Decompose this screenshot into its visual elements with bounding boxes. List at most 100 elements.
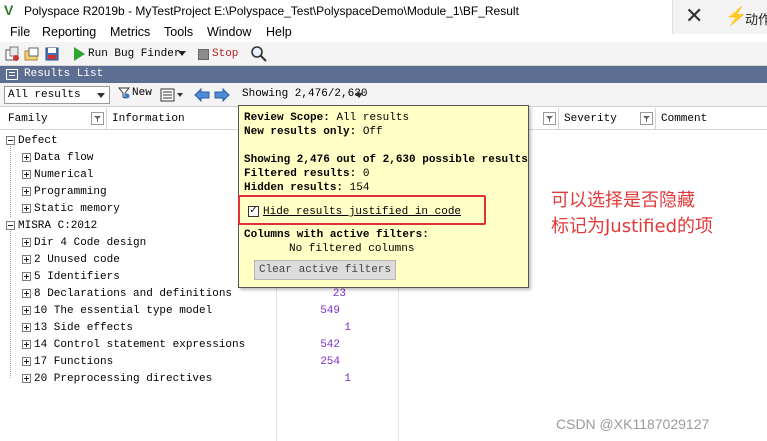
filtered-line: Filtered results: 0 bbox=[244, 168, 369, 180]
new-only-line: New results only: Off bbox=[244, 126, 383, 138]
expand-icon[interactable] bbox=[22, 255, 31, 264]
run-bug-finder-button[interactable]: Run Bug Finder bbox=[74, 46, 180, 62]
result-count: 549 bbox=[320, 305, 340, 317]
tree-row-label: 20 Preprocessing directives bbox=[34, 373, 213, 385]
result-count: 23 bbox=[332, 288, 346, 300]
list-icon bbox=[6, 69, 18, 80]
tree-row-label: 13 Side effects bbox=[34, 322, 134, 334]
open-project-icon[interactable] bbox=[24, 46, 40, 62]
menu-bar: File Reporting Metrics Tools Window Help bbox=[0, 22, 672, 42]
search-icon[interactable] bbox=[250, 45, 268, 63]
showing-summary: Showing 2,476 out of 2,630 possible resu… bbox=[244, 154, 528, 166]
filter-bar: All results New Showing 2,476/2,630 bbox=[0, 83, 767, 107]
menu-window[interactable]: Window bbox=[207, 25, 251, 39]
column-filter-icon[interactable] bbox=[543, 112, 556, 125]
stop-label: Stop bbox=[212, 48, 239, 60]
tree-row-label: Data flow bbox=[34, 152, 94, 164]
results-list-title: Results List bbox=[24, 68, 104, 80]
annotation-highlight-box bbox=[238, 195, 486, 225]
column-information[interactable]: Information bbox=[112, 113, 185, 125]
column-severity[interactable]: Severity bbox=[564, 113, 617, 125]
title-bar: V Polyspace R2019b - MyTestProject E:\Po… bbox=[0, 0, 767, 22]
tree-row-label: 14 Control statement expressions bbox=[34, 339, 246, 351]
showing-results-label[interactable]: Showing 2,476/2,630 bbox=[242, 88, 367, 100]
tree-row-label: Numerical bbox=[34, 169, 94, 181]
stop-button[interactable]: Stop bbox=[198, 46, 238, 62]
expand-icon[interactable] bbox=[22, 340, 31, 349]
tree-row-label: MISRA C:2012 bbox=[18, 220, 98, 232]
close-icon[interactable]: ✕ bbox=[685, 4, 703, 28]
result-count: 254 bbox=[320, 356, 340, 368]
tree-row[interactable]: 20 Preprocessing directives 1 bbox=[0, 371, 767, 388]
tree-row-label: 5 Identifiers bbox=[34, 271, 120, 283]
expand-icon[interactable] bbox=[22, 306, 31, 315]
tree-row[interactable]: 8 Declarations and definitions 23 bbox=[0, 286, 767, 303]
column-separator bbox=[655, 108, 656, 130]
filtered-value: 0 bbox=[362, 168, 370, 180]
tree-row-label: 2 Unused code bbox=[34, 254, 120, 266]
new-only-value: Off bbox=[362, 126, 383, 138]
menu-reporting[interactable]: Reporting bbox=[42, 25, 96, 39]
clear-active-filters-button[interactable]: Clear active filters bbox=[254, 260, 396, 280]
column-comment[interactable]: Comment bbox=[661, 113, 707, 125]
menu-tools[interactable]: Tools bbox=[164, 25, 193, 39]
column-filter-icon[interactable] bbox=[91, 112, 104, 125]
column-family[interactable]: Family bbox=[8, 113, 48, 125]
collapse-icon[interactable] bbox=[6, 136, 15, 145]
tree-row-label: Defect bbox=[18, 135, 58, 147]
expand-icon[interactable] bbox=[22, 289, 31, 298]
expand-icon[interactable] bbox=[22, 357, 31, 366]
columns-heading: Columns with active filters: bbox=[244, 229, 429, 241]
expand-icon[interactable] bbox=[22, 187, 31, 196]
hidden-line: Hidden results: 154 bbox=[244, 182, 369, 194]
tree-row-label: Programming bbox=[34, 186, 107, 198]
tree-row[interactable]: 10 The essential type model 549 bbox=[0, 303, 767, 320]
save-icon[interactable] bbox=[44, 46, 60, 62]
result-count: 542 bbox=[320, 339, 340, 351]
column-filter-icon[interactable] bbox=[640, 112, 653, 125]
hidden-value: 154 bbox=[349, 182, 370, 194]
expand-icon[interactable] bbox=[22, 238, 31, 247]
hidden-key: Hidden results: bbox=[244, 182, 344, 194]
annotation-text: 标记为Justified的项 bbox=[551, 216, 713, 237]
expand-icon[interactable] bbox=[22, 323, 31, 332]
stop-icon bbox=[198, 48, 209, 60]
tree-row-label: 17 Functions bbox=[34, 356, 114, 368]
review-scope-value: All results bbox=[8, 89, 81, 101]
results-list-header: Results List bbox=[0, 66, 767, 83]
expand-icon[interactable] bbox=[22, 204, 31, 213]
chevron-down-icon[interactable] bbox=[355, 93, 363, 98]
chevron-down-icon[interactable] bbox=[178, 51, 186, 56]
no-filtered-columns: No filtered columns bbox=[289, 243, 415, 255]
menu-help[interactable]: Help bbox=[266, 25, 292, 39]
menu-file[interactable]: File bbox=[10, 25, 30, 39]
columns-menu-icon[interactable] bbox=[160, 87, 184, 103]
arrow-left-icon[interactable] bbox=[194, 88, 210, 102]
external-panel: ✕ ⚡ 动作 bbox=[672, 0, 767, 34]
expand-icon[interactable] bbox=[22, 272, 31, 281]
tree-row[interactable]: 14 Control statement expressions 542 bbox=[0, 337, 767, 354]
filtered-key: Filtered results: bbox=[244, 168, 357, 180]
collapse-icon[interactable] bbox=[6, 221, 15, 230]
play-icon bbox=[74, 47, 85, 61]
menu-metrics[interactable]: Metrics bbox=[110, 25, 150, 39]
polyspace-logo-icon: V bbox=[4, 2, 14, 18]
expand-icon[interactable] bbox=[22, 153, 31, 162]
result-count: 1 bbox=[344, 322, 351, 334]
arrow-right-icon[interactable] bbox=[214, 88, 230, 102]
funnel-icon bbox=[118, 87, 130, 99]
external-panel-label: 动作 bbox=[745, 12, 767, 27]
expand-icon[interactable] bbox=[22, 374, 31, 383]
new-results-toggle[interactable]: New bbox=[118, 87, 152, 99]
tree-row[interactable]: 13 Side effects 1 bbox=[0, 320, 767, 337]
tree-row-label: 8 Declarations and definitions bbox=[34, 288, 233, 300]
chevron-down-icon bbox=[97, 93, 105, 98]
annotation-text: 可以选择是否隐藏 bbox=[551, 190, 695, 211]
tree-row-label: Dir 4 Code design bbox=[34, 237, 147, 249]
review-scope-key: Review Scope: bbox=[244, 112, 330, 124]
review-scope-select[interactable]: All results bbox=[4, 86, 110, 104]
tree-row[interactable]: 17 Functions 254 bbox=[0, 354, 767, 371]
new-project-icon[interactable] bbox=[4, 46, 20, 62]
expand-icon[interactable] bbox=[22, 170, 31, 179]
run-bug-finder-label: Run Bug Finder bbox=[88, 48, 181, 60]
